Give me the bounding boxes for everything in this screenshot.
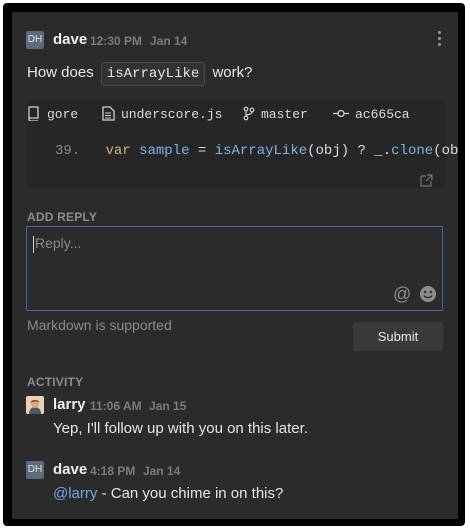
code-rest: ? _. [357, 143, 392, 159]
activity-date: Jan 15 [149, 399, 187, 413]
comment-author[interactable]: dave [53, 31, 87, 48]
question-suffix: work? [212, 64, 253, 81]
repo-name: gore [47, 107, 79, 122]
code-args-2: (obj) [433, 143, 458, 159]
comment-panel: DH dave 12:30 PM Jan 14 How does isArray… [12, 12, 458, 519]
code-function-2: clone [391, 143, 434, 159]
larry-avatar [26, 396, 44, 414]
activity-author[interactable]: dave [53, 461, 87, 478]
activity-date: Jan 14 [143, 464, 181, 478]
activity-title: ACTIVITY [27, 375, 84, 389]
code-variable: sample [139, 143, 190, 159]
user-mention-link[interactable]: @larry [53, 485, 97, 502]
code-line: 39. var sample = isArrayLike(obj) ? _.cl… [55, 143, 458, 159]
code-function: isArrayLike [214, 143, 308, 159]
activity-text: @larry - Can you chime in on this? [53, 485, 283, 502]
activity-text: Yep, I'll follow up with you on this lat… [53, 420, 308, 437]
code-operator: = [197, 143, 207, 159]
comment-body: How does isArrayLike work? [27, 62, 252, 86]
commit-icon [333, 109, 349, 118]
repo-icon [28, 106, 39, 122]
code-snippet: gore underscore.js master ac665ca 39. va… [27, 100, 458, 188]
branch-link[interactable]: master [243, 106, 308, 122]
markdown-note: Markdown is supported [27, 317, 172, 333]
text-caret [33, 236, 34, 253]
branch-name: master [261, 107, 308, 122]
inline-code: isArrayLike [100, 62, 206, 86]
file-icon [102, 106, 115, 121]
branch-icon [243, 106, 255, 121]
avatar: DH [26, 461, 44, 479]
file-link[interactable]: underscore.js [102, 106, 222, 122]
submit-button[interactable]: Submit [353, 322, 443, 351]
add-reply-title: ADD REPLY [27, 210, 98, 224]
activity-text-body: - Can you chime in on this? [97, 485, 284, 502]
code-keyword: var [105, 143, 131, 159]
kebab-menu-icon[interactable] [438, 31, 442, 49]
reply-box[interactable]: @ [26, 226, 443, 311]
line-number: 39. [55, 143, 81, 159]
activity-time: 4:18 PM [90, 464, 136, 478]
commit-link[interactable]: ac665ca [333, 106, 410, 122]
avatar: DH [26, 31, 44, 49]
emoji-icon[interactable] [419, 285, 437, 303]
file-name: underscore.js [121, 107, 223, 122]
comment-time: 12:30 PM [90, 34, 143, 48]
activity-time: 11:06 AM [90, 399, 142, 413]
repo-link[interactable]: gore [27, 106, 78, 122]
activity-author[interactable]: larry [53, 396, 86, 413]
commit-hash: ac665ca [355, 107, 410, 122]
code-args: (obj) [307, 143, 350, 159]
question-prefix: How does [27, 64, 94, 81]
reply-input[interactable] [33, 233, 397, 277]
comment-date: Jan 14 [150, 34, 188, 48]
mention-icon[interactable]: @ [393, 284, 411, 305]
external-link-icon[interactable] [420, 174, 433, 187]
